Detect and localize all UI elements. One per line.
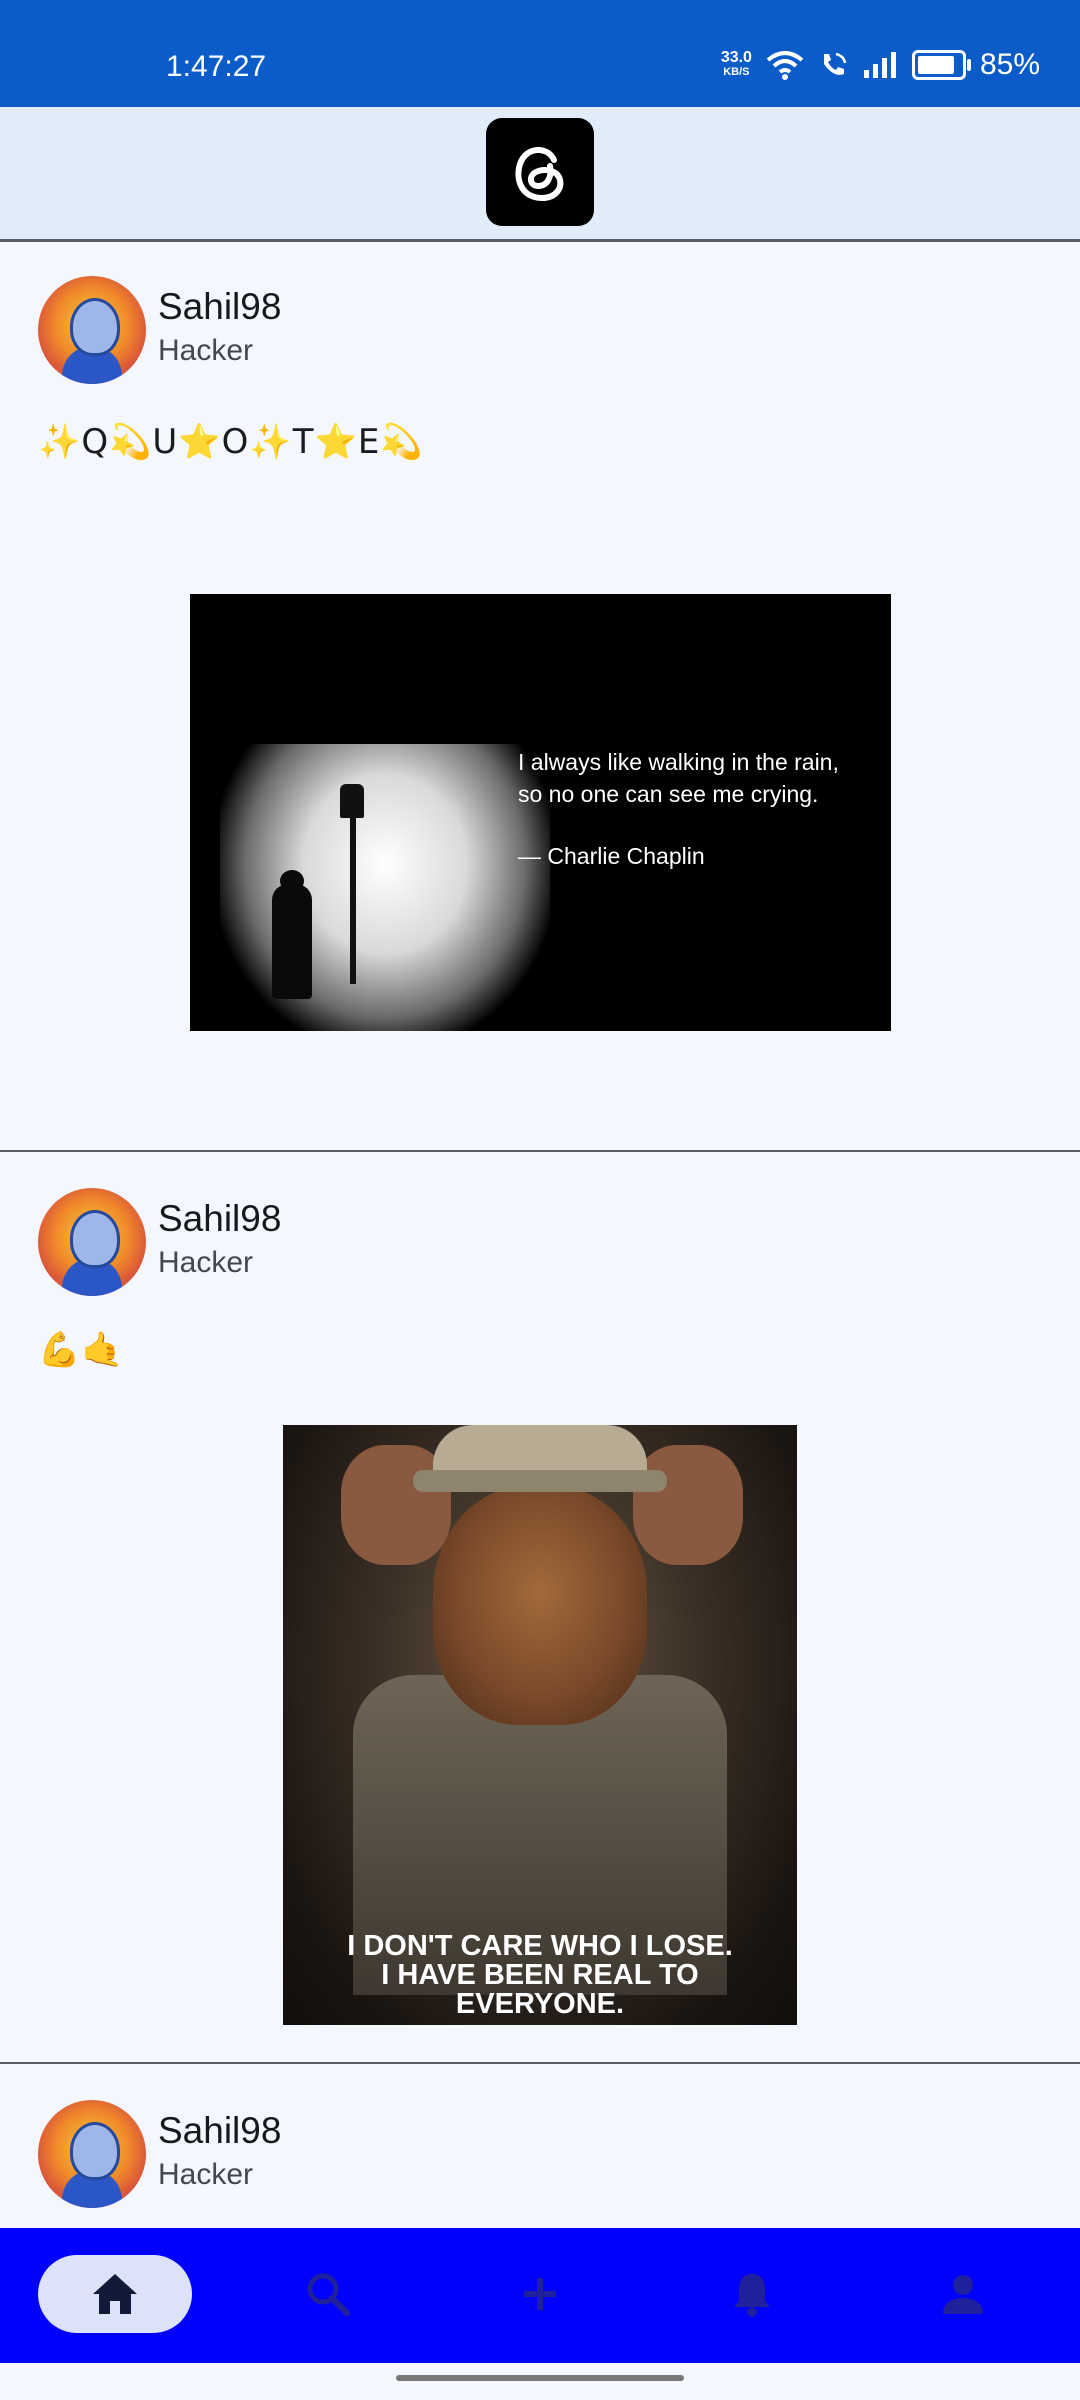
image-quote-line: I always like walking in the rain, (518, 749, 839, 775)
wifi-calling-icon (823, 52, 847, 75)
image-quote-line: EVERYONE. (455, 1988, 625, 2020)
nav-home[interactable] (38, 2255, 192, 2333)
post-subtitle: Hacker (158, 2158, 254, 2191)
bottom-navigation (0, 2228, 1080, 2363)
battery-icon (911, 50, 971, 80)
profile-icon (943, 2275, 983, 2314)
bell-icon (734, 2274, 770, 2317)
home-icon (93, 2274, 137, 2314)
threads-logo-glyph (515, 147, 564, 202)
post-username[interactable]: Sahil98 (158, 286, 281, 328)
nav-add[interactable] (463, 2255, 617, 2333)
post-subtitle: Hacker (158, 334, 254, 367)
avatar[interactable] (38, 1188, 146, 1296)
image-quote-line: I DON'T CARE WHO I LOSE. (347, 1930, 733, 1962)
post-image[interactable]: I always like walking in the rain, so no… (190, 594, 891, 1031)
battery-level-fill (917, 56, 954, 74)
image-quote-line: so no one can see me crying. (518, 781, 819, 807)
add-icon (524, 2278, 556, 2310)
image-quote-author: — Charlie Chaplin (518, 843, 705, 869)
avatar[interactable] (38, 2100, 146, 2208)
post-text: 💪🤙 (38, 1330, 125, 1370)
nav-notifications[interactable] (675, 2255, 829, 2333)
battery-percent: 85% (979, 48, 1040, 81)
status-time: 1:47:27 (166, 50, 267, 83)
nav-search[interactable] (251, 2255, 405, 2333)
app-bar (0, 107, 1080, 242)
post-divider (0, 2062, 1080, 2064)
post-username[interactable]: Sahil98 (158, 1198, 281, 1240)
wifi-icon (766, 51, 804, 80)
avatar[interactable] (38, 276, 146, 384)
network-speed-value: 33.0 (720, 49, 752, 66)
signal-icon (863, 52, 896, 78)
image-quote-line: I HAVE BEEN REAL TO (381, 1959, 699, 1991)
nav-profile[interactable] (886, 2255, 1040, 2333)
post-text: ✨Q💫U⭐O✨T⭐E💫 (38, 422, 424, 462)
gesture-bar[interactable] (396, 2375, 684, 2381)
search-icon (307, 2273, 350, 2316)
network-speed: 33.0 KB/S (721, 50, 752, 80)
post-image[interactable]: I DON'T CARE WHO I LOSE. I HAVE BEEN REA… (283, 1425, 797, 2025)
post-subtitle: Hacker (158, 1246, 254, 1279)
post-username[interactable]: Sahil98 (158, 2110, 281, 2152)
status-bar: 1:47:27 33.0 KB/S 85% (0, 0, 1080, 107)
status-icons: 33.0 KB/S 85% (721, 48, 1040, 82)
threads-logo-icon[interactable] (486, 118, 594, 226)
image-quote: I DON'T CARE WHO I LOSE. I HAVE BEEN REA… (283, 1932, 797, 2019)
image-quote: I always like walking in the rain, so no… (518, 746, 858, 872)
network-speed-unit: KB/S (723, 66, 750, 78)
post-divider (0, 1150, 1080, 1152)
